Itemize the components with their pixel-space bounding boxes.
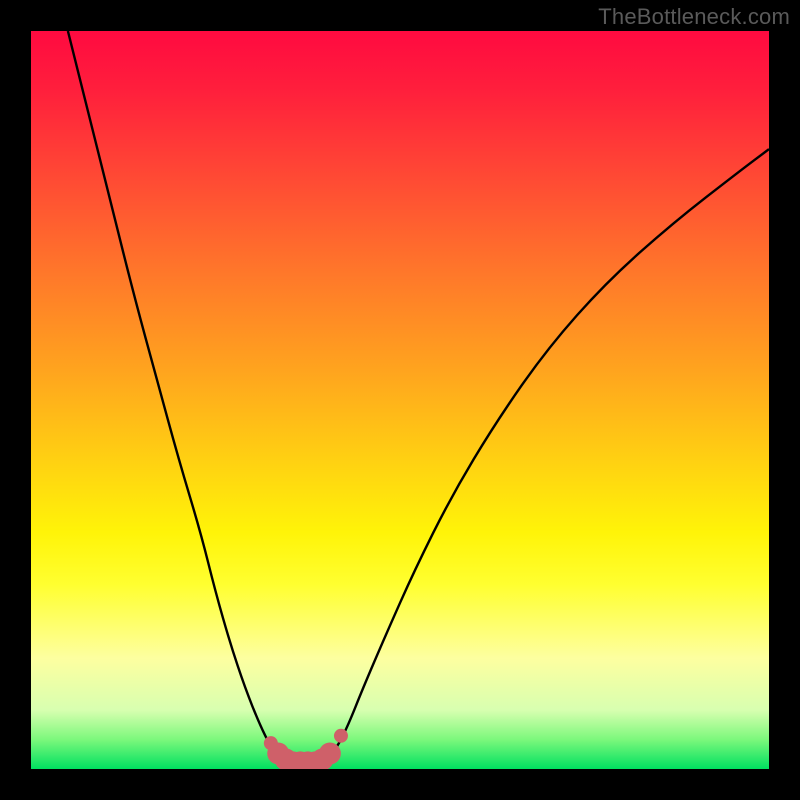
watermark-text: TheBottleneck.com — [598, 4, 790, 30]
gradient-background — [31, 31, 769, 769]
chart-stage: TheBottleneck.com — [0, 0, 800, 800]
